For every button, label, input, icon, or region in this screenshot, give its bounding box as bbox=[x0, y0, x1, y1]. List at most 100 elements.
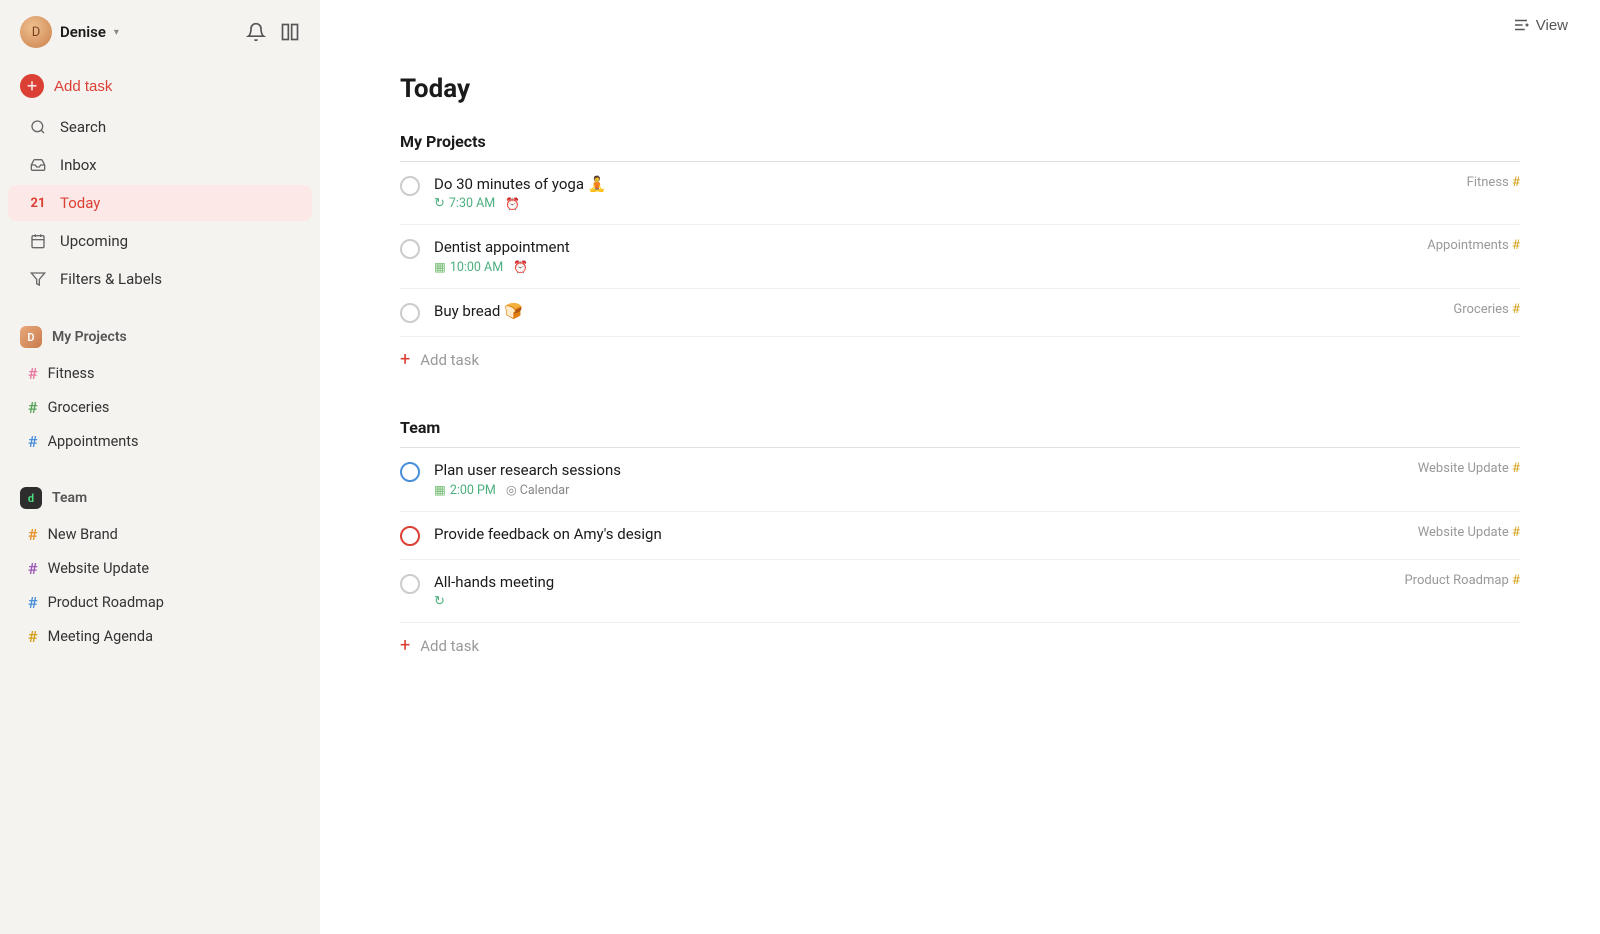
repeat-icon: ↻ bbox=[434, 196, 445, 211]
sidebar-item-fitness[interactable]: # Fitness bbox=[8, 357, 312, 390]
main-content: View Today My Projects Do 30 minutes of … bbox=[320, 0, 1600, 934]
task-info: All-hands meeting ↻ bbox=[434, 573, 1404, 609]
task-checkbox[interactable] bbox=[400, 526, 420, 546]
project-hash-icon: # bbox=[1512, 175, 1520, 190]
my-projects-label: My Projects bbox=[52, 329, 127, 345]
task-meta: ▦ 2:00 PM ◎ Calendar bbox=[434, 482, 1418, 498]
task-checkbox[interactable] bbox=[400, 574, 420, 594]
my-projects-task-section: My Projects Do 30 minutes of yoga 🧘 ↻ 7:… bbox=[400, 132, 1520, 382]
task-time: ↻ 7:30 AM bbox=[434, 196, 495, 211]
my-projects-avatar: D bbox=[20, 326, 42, 348]
sidebar-item-upcoming[interactable]: Upcoming bbox=[8, 223, 312, 259]
my-projects-section-title: My Projects bbox=[400, 132, 1520, 162]
add-task-inline-label: Add task bbox=[420, 637, 479, 655]
repeat-icon: ↻ bbox=[434, 594, 445, 609]
sidebar-item-inbox-label: Inbox bbox=[60, 156, 97, 174]
task-checkbox[interactable] bbox=[400, 462, 420, 482]
hash-icon: # bbox=[28, 364, 38, 383]
alarm-icon: ⏰ bbox=[513, 260, 528, 274]
table-row: All-hands meeting ↻ Product Roadmap # bbox=[400, 560, 1520, 623]
task-checkbox[interactable] bbox=[400, 239, 420, 259]
project-hash-icon: # bbox=[1512, 302, 1520, 317]
add-task-button[interactable]: + Add task bbox=[0, 64, 320, 108]
meeting-agenda-label: Meeting Agenda bbox=[48, 628, 153, 645]
page-title: Today bbox=[400, 74, 1520, 104]
bell-icon bbox=[246, 22, 266, 42]
task-time-value: 7:30 AM bbox=[449, 196, 495, 211]
sidebar-item-search[interactable]: Search bbox=[8, 109, 312, 145]
add-task-label: Add task bbox=[54, 78, 112, 95]
sidebar-item-appointments[interactable]: # Appointments bbox=[8, 425, 312, 458]
sidebar-item-meeting-agenda[interactable]: # Meeting Agenda bbox=[8, 620, 312, 653]
header-icons bbox=[246, 22, 300, 42]
sidebar-item-new-brand[interactable]: # New Brand bbox=[8, 518, 312, 551]
task-meta: ↻ 7:30 AM ⏰ bbox=[434, 196, 1467, 211]
project-hash-icon: # bbox=[1512, 461, 1520, 476]
website-update-label: Website Update bbox=[48, 560, 150, 577]
sidebar-item-today[interactable]: 21 Today bbox=[8, 185, 312, 221]
groceries-label: Groceries bbox=[48, 399, 110, 416]
sidebar-item-search-label: Search bbox=[60, 118, 106, 136]
task-checkbox[interactable] bbox=[400, 303, 420, 323]
hash-icon: # bbox=[28, 593, 38, 612]
sidebar-item-groceries[interactable]: # Groceries bbox=[8, 391, 312, 424]
sidebar-header: D Denise ▾ bbox=[0, 0, 320, 64]
task-name: Dentist appointment bbox=[434, 238, 1427, 256]
add-task-icon: + bbox=[20, 74, 44, 98]
task-name: Plan user research sessions bbox=[434, 461, 1418, 479]
sidebar-item-upcoming-label: Upcoming bbox=[60, 232, 128, 250]
location-value: Calendar bbox=[520, 483, 570, 498]
table-row: Provide feedback on Amy's design Website… bbox=[400, 512, 1520, 560]
view-icon bbox=[1512, 16, 1530, 34]
sidebar-item-filters[interactable]: Filters & Labels bbox=[8, 261, 312, 297]
task-checkbox[interactable] bbox=[400, 176, 420, 196]
table-row: Buy bread 🍞 Groceries # bbox=[400, 289, 1520, 337]
add-plus-icon: + bbox=[400, 635, 410, 656]
project-hash-icon: # bbox=[1512, 238, 1520, 253]
hash-icon: # bbox=[28, 432, 38, 451]
team-label: Team bbox=[52, 490, 87, 506]
task-project: Website Update # bbox=[1418, 525, 1520, 540]
notifications-button[interactable] bbox=[246, 22, 266, 42]
add-task-team[interactable]: + Add task bbox=[400, 623, 1520, 668]
task-meta: ▦ 10:00 AM ⏰ bbox=[434, 259, 1427, 275]
search-icon bbox=[28, 119, 48, 135]
hash-icon: # bbox=[28, 525, 38, 544]
location-icon: ◎ bbox=[506, 482, 517, 498]
filters-icon bbox=[28, 271, 48, 287]
user-profile[interactable]: D Denise ▾ bbox=[20, 16, 119, 48]
user-name: Denise bbox=[60, 23, 106, 41]
fitness-label: Fitness bbox=[48, 365, 95, 382]
alarm-icon: ⏰ bbox=[505, 197, 520, 211]
task-info: Buy bread 🍞 bbox=[434, 302, 1453, 323]
add-task-my-projects[interactable]: + Add task bbox=[400, 337, 1520, 382]
new-brand-label: New Brand bbox=[48, 526, 118, 543]
add-plus-icon: + bbox=[400, 349, 410, 370]
sidebar: D Denise ▾ + Add task bbox=[0, 0, 320, 934]
sidebar-item-today-label: Today bbox=[60, 194, 100, 212]
sidebar-item-inbox[interactable]: Inbox bbox=[8, 147, 312, 183]
table-row: Do 30 minutes of yoga 🧘 ↻ 7:30 AM ⏰ Fitn… bbox=[400, 162, 1520, 225]
sidebar-item-filters-label: Filters & Labels bbox=[60, 270, 162, 288]
sidebar-item-product-roadmap[interactable]: # Product Roadmap bbox=[8, 586, 312, 619]
chevron-down-icon: ▾ bbox=[114, 27, 119, 38]
task-info: Plan user research sessions ▦ 2:00 PM ◎ … bbox=[434, 461, 1418, 498]
project-hash-icon: # bbox=[1512, 573, 1520, 588]
today-icon: 21 bbox=[28, 196, 48, 211]
task-project: Groceries # bbox=[1453, 302, 1520, 317]
layout-icon bbox=[280, 22, 300, 42]
hash-icon: # bbox=[28, 559, 38, 578]
appointments-label: Appointments bbox=[48, 433, 139, 450]
table-row: Dentist appointment ▦ 10:00 AM ⏰ Appoint… bbox=[400, 225, 1520, 289]
layout-button[interactable] bbox=[280, 22, 300, 42]
view-label: View bbox=[1536, 17, 1568, 34]
hash-icon: # bbox=[28, 398, 38, 417]
product-roadmap-label: Product Roadmap bbox=[48, 594, 164, 611]
task-project: Product Roadmap # bbox=[1404, 573, 1520, 588]
task-time-value: 10:00 AM bbox=[450, 260, 503, 275]
view-button[interactable]: View bbox=[1512, 16, 1568, 34]
task-time: ▦ 2:00 PM bbox=[434, 482, 496, 498]
calendar-icon: ▦ bbox=[434, 259, 446, 275]
task-meta: ↻ bbox=[434, 594, 1404, 609]
sidebar-item-website-update[interactable]: # Website Update bbox=[8, 552, 312, 585]
